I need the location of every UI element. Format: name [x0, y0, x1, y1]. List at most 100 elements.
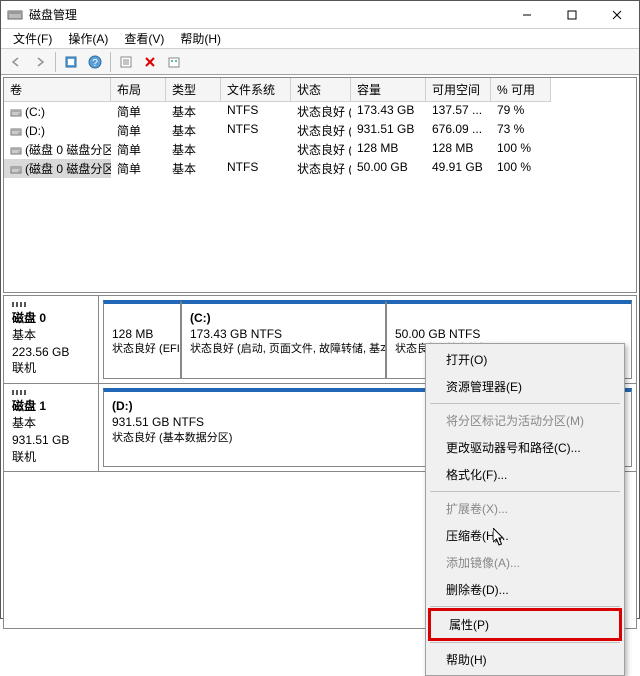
volume-free: 676.09 ...: [426, 121, 491, 140]
help-button[interactable]: ?: [84, 51, 106, 73]
volume-row[interactable]: (磁盘 0 磁盘分区 1)简单基本状态良好 (...128 MB128 MB10…: [4, 140, 636, 159]
settings-button[interactable]: [115, 51, 137, 73]
volume-list-header: 卷 布局 类型 文件系统 状态 容量 可用空间 % 可用: [4, 78, 636, 102]
volume-layout: 简单: [111, 102, 166, 121]
volume-status: 状态良好 (...: [291, 159, 351, 178]
delete-button[interactable]: [139, 51, 161, 73]
menu-file[interactable]: 文件(F): [5, 28, 60, 49]
toolbar-separator: [110, 52, 111, 72]
volume-pct: 100 %: [491, 140, 551, 159]
volume-layout: 简单: [111, 140, 166, 159]
disk-stripe-icon: [12, 390, 28, 395]
volume-capacity: 128 MB: [351, 140, 426, 159]
disk-status: 联机: [12, 360, 90, 377]
volume-fs: NTFS: [221, 159, 291, 178]
volume-fs: NTFS: [221, 102, 291, 121]
partition[interactable]: (C:)173.43 GB NTFS状态良好 (启动, 页面文件, 故障转储, …: [181, 300, 386, 379]
disk-status: 联机: [12, 449, 90, 466]
col-pct[interactable]: % 可用: [491, 78, 551, 102]
volume-row[interactable]: (C:)简单基本NTFS状态良好 (...173.43 GB137.57 ...…: [4, 102, 636, 121]
volume-row[interactable]: (D:)简单基本NTFS状态良好 (...931.51 GB676.09 ...…: [4, 121, 636, 140]
volume-pct: 100 %: [491, 159, 551, 178]
context-menu-item[interactable]: 打开(O): [428, 346, 622, 373]
toolbar: ?: [1, 49, 639, 75]
context-menu-separator: [430, 606, 620, 607]
drive-icon: [10, 106, 22, 118]
volume-capacity: 50.00 GB: [351, 159, 426, 178]
context-menu-item: 将分区标记为活动分区(M): [428, 407, 622, 434]
minimize-button[interactable]: [504, 1, 549, 29]
col-status[interactable]: 状态: [291, 78, 351, 102]
volume-type: 基本: [166, 102, 221, 121]
col-layout[interactable]: 布局: [111, 78, 166, 102]
menu-help[interactable]: 帮助(H): [172, 28, 229, 49]
context-menu-item: 扩展卷(X)...: [428, 495, 622, 522]
context-menu: 打开(O)资源管理器(E) 将分区标记为活动分区(M)更改驱动器号和路径(C)..…: [425, 343, 625, 676]
volume-layout: 简单: [111, 159, 166, 178]
disk-name: 磁盘 0: [12, 310, 90, 327]
volume-free: 49.91 GB: [426, 159, 491, 178]
disk-stripe-icon: [12, 302, 28, 307]
context-menu-item[interactable]: 压缩卷(H)...: [428, 522, 622, 549]
volume-type: 基本: [166, 159, 221, 178]
col-volume[interactable]: 卷: [4, 78, 111, 102]
disk-info[interactable]: 磁盘 0基本223.56 GB联机: [4, 296, 99, 383]
titlebar: 磁盘管理: [1, 1, 639, 29]
toolbar-separator: [55, 52, 56, 72]
col-capacity[interactable]: 容量: [351, 78, 426, 102]
menu-action[interactable]: 操作(A): [60, 28, 116, 49]
partition[interactable]: 128 MB状态良好 (EFI 系统: [103, 300, 181, 379]
close-button[interactable]: [594, 1, 639, 29]
disk-size: 931.51 GB: [12, 432, 90, 449]
context-menu-item[interactable]: 更改驱动器号和路径(C)...: [428, 434, 622, 461]
volume-layout: 简单: [111, 121, 166, 140]
volume-pct: 79 %: [491, 102, 551, 121]
partition-name: (C:): [190, 310, 377, 326]
volume-list: 卷 布局 类型 文件系统 状态 容量 可用空间 % 可用 (C:)简单基本NTF…: [3, 77, 637, 293]
drive-icon: [10, 163, 22, 175]
disk-size: 223.56 GB: [12, 344, 90, 361]
partition-status: 状态良好 (EFI 系统: [112, 342, 172, 357]
context-menu-separator: [430, 403, 620, 404]
context-menu-item[interactable]: 格式化(F)...: [428, 461, 622, 488]
partition-status: 状态良好 (启动, 页面文件, 故障转储, 基本数据分: [190, 342, 377, 357]
menu-view[interactable]: 查看(V): [116, 28, 172, 49]
maximize-button[interactable]: [549, 1, 594, 29]
col-type[interactable]: 类型: [166, 78, 221, 102]
volume-status: 状态良好 (...: [291, 121, 351, 140]
drive-icon: [10, 125, 22, 137]
context-menu-item[interactable]: 删除卷(D)...: [428, 576, 622, 603]
volume-status: 状态良好 (...: [291, 140, 351, 159]
context-menu-item[interactable]: 帮助(H): [428, 646, 622, 673]
col-fs[interactable]: 文件系统: [221, 78, 291, 102]
volume-row[interactable]: (磁盘 0 磁盘分区 4)简单基本NTFS状态良好 (...50.00 GB49…: [4, 159, 636, 178]
back-button: [5, 51, 27, 73]
partition-size: 173.43 GB NTFS: [190, 326, 377, 342]
volume-capacity: 931.51 GB: [351, 121, 426, 140]
volume-capacity: 173.43 GB: [351, 102, 426, 121]
volume-fs: [221, 140, 291, 159]
context-menu-item: 添加镜像(A)...: [428, 549, 622, 576]
context-menu-separator: [430, 642, 620, 643]
refresh-button[interactable]: [60, 51, 82, 73]
partition-size: 128 MB: [112, 326, 172, 342]
context-menu-item[interactable]: 资源管理器(E): [428, 373, 622, 400]
context-menu-item[interactable]: 属性(P): [431, 611, 619, 638]
volume-name: (磁盘 0 磁盘分区 4): [25, 160, 111, 177]
disk-type: 基本: [12, 327, 90, 344]
disk-name: 磁盘 1: [12, 398, 90, 415]
disk-info[interactable]: 磁盘 1基本931.51 GB联机: [4, 384, 99, 471]
properties-button[interactable]: [163, 51, 185, 73]
volume-type: 基本: [166, 140, 221, 159]
forward-button: [29, 51, 51, 73]
partition-size: 50.00 GB NTFS: [395, 326, 623, 342]
disk-type: 基本: [12, 415, 90, 432]
drive-icon: [10, 144, 22, 156]
app-icon: [7, 7, 23, 23]
window-title: 磁盘管理: [29, 6, 504, 23]
volume-name: (C:): [25, 105, 45, 119]
volume-type: 基本: [166, 121, 221, 140]
col-free[interactable]: 可用空间: [426, 78, 491, 102]
volume-free: 137.57 ...: [426, 102, 491, 121]
context-menu-separator: [430, 491, 620, 492]
